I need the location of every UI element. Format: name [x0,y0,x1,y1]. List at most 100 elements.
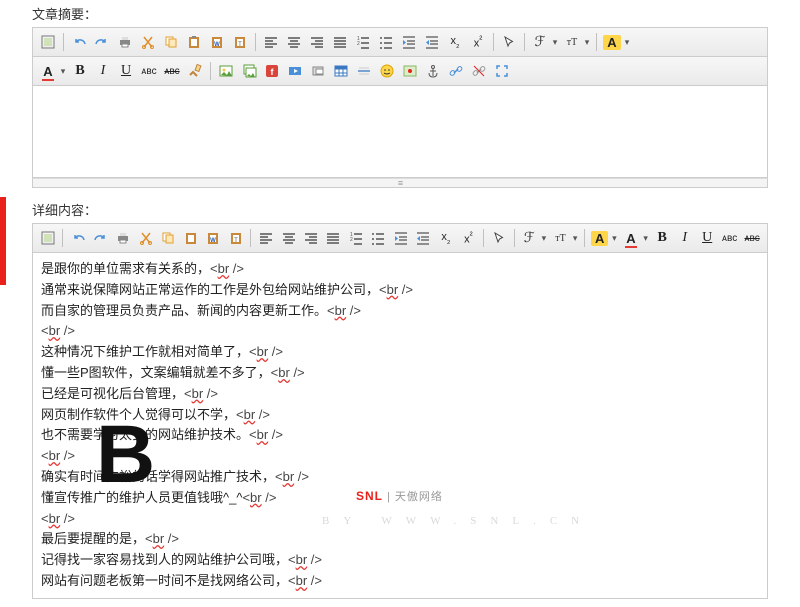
redo-icon[interactable] [90,227,111,249]
italic-icon[interactable]: I [674,227,695,249]
flash-icon[interactable]: f [261,60,283,82]
align-right-icon[interactable] [300,227,321,249]
content-line: <br /> [41,321,759,342]
multiimage-icon[interactable] [238,60,260,82]
strike-icon[interactable]: ᴀʙᴄ [741,227,762,249]
forecolor-dropdown[interactable]: ▾ [58,66,68,77]
svg-text:T: T [238,42,242,48]
svg-text:W: W [214,42,220,48]
hilite-icon[interactable]: A [589,227,610,249]
indent-icon[interactable] [398,31,420,53]
paste-word-icon[interactable]: W [202,227,223,249]
print-icon[interactable] [112,227,133,249]
copy-icon[interactable] [157,227,178,249]
fontsize-dropdown[interactable]: ▾ [570,233,580,244]
content-line: 懂一些P图软件，文案编辑就差不多了，<br /> [41,363,759,384]
superscript-icon[interactable]: x² [467,31,489,53]
anchor-icon[interactable] [422,60,444,82]
list-ul-icon[interactable] [375,31,397,53]
select-icon[interactable] [498,31,520,53]
paste-word-icon[interactable]: W [206,31,228,53]
list-ol-icon[interactable]: 12 [352,31,374,53]
unlink-icon[interactable] [468,60,490,82]
select-icon[interactable] [488,227,509,249]
list-ol-icon[interactable]: 12 [345,227,366,249]
cut-icon[interactable] [135,227,156,249]
fontsize-icon[interactable]: тT [561,31,583,53]
forecolor-icon[interactable]: A [37,60,59,82]
content-line: 已经是可视化后台管理，<br /> [41,384,759,405]
spellcheck-icon[interactable]: ᴀʙᴄ [138,60,160,82]
align-justify-icon[interactable] [323,227,344,249]
fontname-dropdown[interactable]: ▾ [550,37,560,48]
removeformat-icon[interactable] [184,60,206,82]
underline-icon[interactable]: U [696,227,717,249]
spellcheck-icon[interactable]: ᴀʙᴄ [719,227,740,249]
list-ul-icon[interactable] [368,227,389,249]
align-left-icon[interactable] [255,227,276,249]
svg-text:2: 2 [350,237,353,243]
superscript-icon[interactable]: x² [458,227,479,249]
fontsize-dropdown[interactable]: ▾ [582,37,592,48]
detail-toolbar: W T 12 x₂ x² ℱ▾ тT▾ A▾ A▾ B I U ᴀʙᴄ ᴀʙᴄ [32,223,768,253]
summary-label: 文章摘要： [0,0,800,27]
emoji-icon[interactable] [376,60,398,82]
bold-icon[interactable]: B [651,227,672,249]
image-icon[interactable] [215,60,237,82]
detail-label: 详细内容： [0,196,800,223]
forecolor-dropdown[interactable]: ▾ [641,233,651,244]
strike-icon[interactable]: ᴀʙᴄ [161,60,183,82]
hilite-dropdown[interactable]: ▾ [609,233,619,244]
forecolor-icon[interactable]: A [620,227,641,249]
underline-icon[interactable]: U [115,60,137,82]
detail-textarea[interactable]: 是跟你的单位需求有关系的，<br />通常来说保障网站正常运作的工作是外包给网站… [32,253,768,599]
redo-icon[interactable] [91,31,113,53]
sidebar-accent [0,197,6,285]
outdent-icon[interactable] [421,31,443,53]
bold-icon[interactable]: B [69,60,91,82]
summary-resize-handle[interactable] [32,178,768,188]
paste-icon[interactable] [180,227,201,249]
link-icon[interactable] [445,60,467,82]
file-icon[interactable] [307,60,329,82]
map-icon[interactable] [399,60,421,82]
hilite-dropdown[interactable]: ▾ [622,37,632,48]
svg-text:T: T [234,238,238,244]
fullscreen-icon[interactable] [491,60,513,82]
undo-icon[interactable] [68,31,90,53]
fontsize-icon[interactable]: тT [550,227,571,249]
fontname-icon[interactable]: ℱ [529,31,551,53]
cut-icon[interactable] [137,31,159,53]
align-left-icon[interactable] [260,31,282,53]
copy-icon[interactable] [160,31,182,53]
media-icon[interactable] [284,60,306,82]
subscript-icon[interactable]: x₂ [435,227,456,249]
content-line: 也不需要学习太多的网站维护技术。<br /> [41,425,759,446]
paste-icon[interactable] [183,31,205,53]
print-icon[interactable] [114,31,136,53]
svg-text:2: 2 [357,41,360,47]
fontname-dropdown[interactable]: ▾ [539,233,549,244]
summary-textarea[interactable] [32,86,768,178]
source-icon[interactable] [37,31,59,53]
paste-plain-icon[interactable]: T [229,31,251,53]
indent-icon[interactable] [390,227,411,249]
hr-icon[interactable] [353,60,375,82]
detail-editor: W T 12 x₂ x² ℱ▾ тT▾ A▾ A▾ B I U ᴀʙᴄ ᴀʙᴄ … [32,223,768,599]
italic-icon[interactable]: I [92,60,114,82]
content-line: 网页制作软件个人觉得可以不学，<br /> [41,405,759,426]
paste-plain-icon[interactable]: T [225,227,246,249]
subscript-icon[interactable]: x₂ [444,31,466,53]
align-right-icon[interactable] [306,31,328,53]
content-line: <br /> [41,509,759,530]
undo-icon[interactable] [67,227,88,249]
align-center-icon[interactable] [278,227,299,249]
align-justify-icon[interactable] [329,31,351,53]
source-icon[interactable] [37,227,58,249]
fontname-icon[interactable]: ℱ [519,227,540,249]
content-line: 记得找一家容易找到人的网站维护公司哦，<br /> [41,550,759,571]
align-center-icon[interactable] [283,31,305,53]
table-icon[interactable] [330,60,352,82]
hilite-icon[interactable]: A [601,31,623,53]
outdent-icon[interactable] [413,227,434,249]
